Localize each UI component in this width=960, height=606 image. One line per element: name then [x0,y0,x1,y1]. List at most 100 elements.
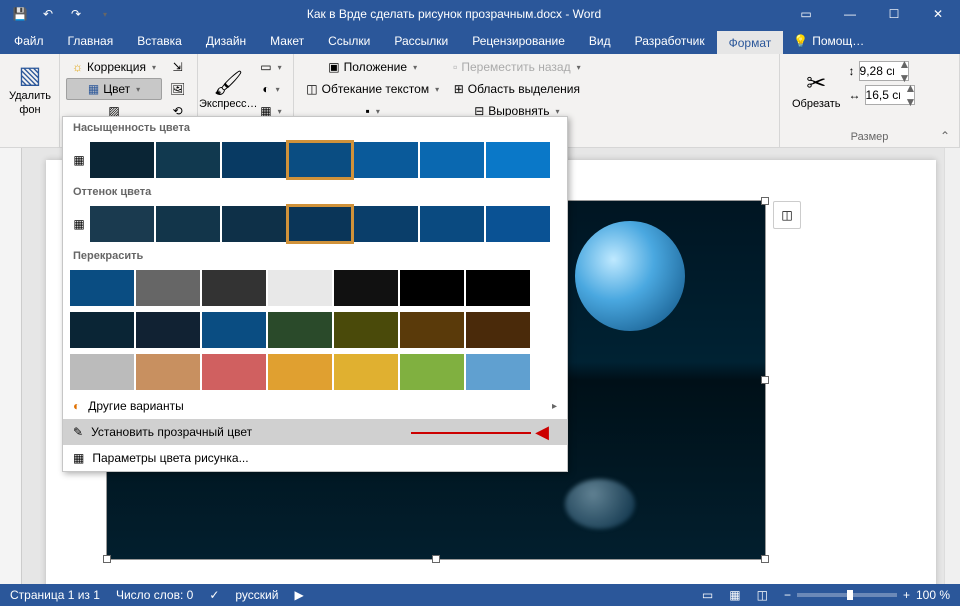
color-button[interactable]: ▦ Цвет ▾ [66,78,162,100]
send-backward-button[interactable]: ▫Переместить назад▾ [447,56,586,78]
crop-button[interactable]: ✂ Обрезать [786,56,847,122]
resize-handle[interactable] [761,555,769,563]
saturation-thumb[interactable] [486,142,550,178]
word-count[interactable]: Число слов: 0 [116,588,193,602]
recolor-thumb[interactable] [70,270,134,306]
recolor-thumb[interactable] [466,270,530,306]
recolor-thumb[interactable] [400,270,464,306]
maximize-icon[interactable]: ☐ [872,0,916,28]
zoom-in-icon[interactable]: + [903,588,910,602]
minimize-icon[interactable]: — [828,0,872,28]
proofing-icon[interactable]: ✓ [209,588,219,602]
tab-view[interactable]: Вид [577,28,623,54]
recolor-thumb[interactable] [400,312,464,348]
collapse-ribbon-icon[interactable]: ⌃ [940,129,954,143]
macro-icon[interactable]: ▶ [294,588,303,602]
recolor-thumb[interactable] [334,354,398,390]
set-transparent-color-item[interactable]: ✎ Установить прозрачный цвет ◀ [63,419,567,445]
undo-icon[interactable]: ↶ [36,2,60,26]
tone-preset-icon[interactable]: ▦ [70,206,88,242]
recolor-thumb[interactable] [268,312,332,348]
page-status[interactable]: Страница 1 из 1 [10,588,100,602]
recolor-thumb[interactable] [70,354,134,390]
vertical-scrollbar[interactable] [944,148,960,584]
zoom-level[interactable]: 100 % [916,588,950,602]
sun-icon: ☼ [72,60,83,74]
layout-options-button[interactable]: ◫ [773,201,801,229]
resize-handle[interactable] [761,376,769,384]
picture-effects-button[interactable]: ◐▾ [254,78,287,100]
resize-handle[interactable] [432,555,440,563]
tone-thumb[interactable] [90,206,154,242]
tab-review[interactable]: Рецензирование [460,28,577,54]
saturation-preset-icon[interactable]: ▦ [70,142,88,178]
compress-pictures-button[interactable]: ⇲ [164,56,191,78]
recolor-thumb[interactable] [136,354,200,390]
tone-thumb[interactable] [420,206,484,242]
recolor-thumb[interactable] [268,270,332,306]
view-read-icon[interactable]: ▭ [702,588,713,602]
recolor-thumb[interactable] [334,270,398,306]
recolor-thumb[interactable] [400,354,464,390]
tab-home[interactable]: Главная [56,28,126,54]
corrections-button[interactable]: ☼ Коррекция ▾ [66,56,162,78]
selection-icon: ⊞ [454,82,464,96]
tone-thumb[interactable] [222,206,286,242]
recolor-thumb[interactable] [202,354,266,390]
tab-layout[interactable]: Макет [258,28,316,54]
saturation-thumb[interactable] [222,142,286,178]
tab-file[interactable]: Файл [2,28,56,54]
zoom-slider[interactable] [797,593,897,597]
view-web-icon[interactable]: ◫ [757,588,768,602]
selection-pane-button[interactable]: ⊞Область выделения [447,78,586,100]
language-status[interactable]: русский [235,588,278,602]
help-tell-me[interactable]: 💡 Помощ… [783,28,874,54]
picture-border-button[interactable]: ▭▾ [254,56,287,78]
wrap-text-button[interactable]: ◫Обтекание текстом▾ [300,78,445,100]
recolor-thumb[interactable] [466,312,530,348]
more-variants-item[interactable]: ◐ Другие варианты ▸ [63,393,567,419]
recolor-thumb[interactable] [202,270,266,306]
compress-icon: ⇲ [173,60,183,74]
tab-insert[interactable]: Вставка [125,28,194,54]
tab-format[interactable]: Формат [717,28,784,54]
redo-icon[interactable]: ↷ [64,2,88,26]
tone-thumb[interactable] [486,206,550,242]
recolor-thumb[interactable] [268,354,332,390]
position-button[interactable]: ▣Положение▾ [300,56,445,78]
tab-mailings[interactable]: Рассылки [382,28,460,54]
resize-handle[interactable] [103,555,111,563]
ribbon-tabs: Файл Главная Вставка Дизайн Макет Ссылки… [0,28,960,54]
eyedropper-icon: ✎ [73,425,83,439]
express-styles-button[interactable]: 🖌 Экспресс… [204,56,252,122]
tone-thumb[interactable] [354,206,418,242]
tab-design[interactable]: Дизайн [194,28,258,54]
close-icon[interactable]: ✕ [916,0,960,28]
tone-thumb[interactable] [288,206,352,242]
resize-handle[interactable] [761,197,769,205]
tab-developer[interactable]: Разработчик [623,28,717,54]
recolor-thumb[interactable] [136,270,200,306]
recolor-thumb[interactable] [136,312,200,348]
saturation-thumb[interactable] [288,142,352,178]
tone-thumb[interactable] [156,206,220,242]
change-picture-button[interactable]: 🖼 [164,78,191,100]
ribbon-display-icon[interactable]: ▭ [784,0,828,28]
saturation-thumb[interactable] [90,142,154,178]
picture-color-options-item[interactable]: ▦ Параметры цвета рисунка... [63,445,567,471]
options-icon: ▦ [73,451,84,465]
tab-references[interactable]: Ссылки [316,28,382,54]
saturation-thumb[interactable] [420,142,484,178]
recolor-thumb[interactable] [70,312,134,348]
qat-more-icon[interactable]: ▾ [92,2,116,26]
view-print-icon[interactable]: ▦ [729,588,740,602]
zoom-out-icon[interactable]: − [784,588,791,602]
save-icon[interactable]: 💾 [8,2,32,26]
recolor-thumb[interactable] [334,312,398,348]
remove-background-button[interactable]: ▧ Удалить фон [6,56,54,122]
recolor-thumb[interactable] [466,354,530,390]
vertical-ruler[interactable] [0,148,22,584]
saturation-thumb[interactable] [354,142,418,178]
saturation-thumb[interactable] [156,142,220,178]
recolor-thumb[interactable] [202,312,266,348]
